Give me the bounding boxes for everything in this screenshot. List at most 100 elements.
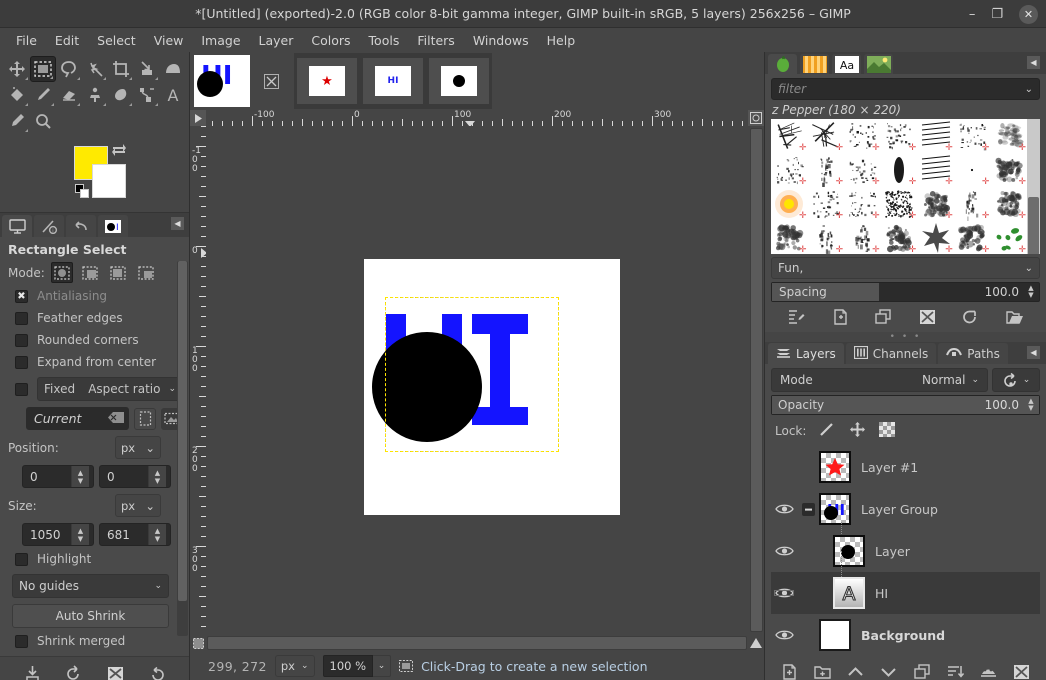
opacity-spinner-arrows[interactable]: ▲ ▼ xyxy=(1023,398,1039,412)
lock-position-icon[interactable] xyxy=(849,421,866,441)
tab-device-status[interactable]: i xyxy=(34,215,64,237)
brush-cell[interactable]: ✛ xyxy=(808,119,845,153)
tab-images[interactable]: I xyxy=(98,215,128,237)
menu-view[interactable]: View xyxy=(145,30,193,51)
brush-cell[interactable]: ✛ xyxy=(990,187,1027,221)
minimize-button[interactable]: – xyxy=(969,8,976,21)
portrait-orientation-button[interactable] xyxy=(134,408,156,430)
brush-cell[interactable]: ✛ xyxy=(917,221,954,254)
status-unit-combo[interactable]: px ⌄ xyxy=(275,655,315,677)
vertical-scrollbar[interactable] xyxy=(749,126,764,634)
zoom-control[interactable]: 100 % ⌄ xyxy=(323,655,392,677)
horizontal-ruler[interactable]: -100 0 100 200 300 xyxy=(206,110,748,126)
brush-cell[interactable]: ✛ xyxy=(844,153,881,187)
group-expander[interactable] xyxy=(797,503,819,516)
menu-edit[interactable]: Edit xyxy=(46,30,88,51)
image-tab-2[interactable]: HI xyxy=(362,57,424,105)
image-document[interactable] xyxy=(364,259,620,515)
image-tab-1[interactable]: ★ xyxy=(296,57,358,105)
zoom-value[interactable]: 100 % xyxy=(323,655,374,677)
restore-tool-preset-icon[interactable] xyxy=(63,663,85,680)
highlight-row[interactable]: Highlight xyxy=(15,552,183,566)
vertical-scrollbar-thumb[interactable] xyxy=(750,128,763,632)
visibility-toggle[interactable] xyxy=(771,629,797,641)
rectangle-select-tool[interactable] xyxy=(30,56,56,82)
close-image-button[interactable] xyxy=(262,72,280,90)
brush-cell[interactable]: ✛ xyxy=(844,119,881,153)
refresh-brushes-icon[interactable] xyxy=(960,306,982,328)
delete-brush-icon[interactable] xyxy=(916,306,938,328)
feather-edges-row[interactable]: Feather edges xyxy=(15,311,183,325)
brush-filter-field[interactable]: filter ⌄ xyxy=(771,78,1040,100)
layer-row-hi[interactable]: A HI xyxy=(771,572,1040,614)
raise-layer-icon[interactable] xyxy=(845,661,867,680)
brush-cell[interactable]: ✛ xyxy=(881,153,918,187)
bucket-fill-tool[interactable] xyxy=(4,82,30,108)
antialiasing-checkbox[interactable]: ✖ xyxy=(15,290,28,303)
brush-cell[interactable]: ✛ xyxy=(771,187,808,221)
background-color-swatch[interactable] xyxy=(92,164,126,198)
shrink-merged-checkbox[interactable] xyxy=(15,635,28,648)
brush-cell[interactable]: ✛ xyxy=(917,153,954,187)
paintbrush-tool[interactable] xyxy=(30,82,56,108)
move-tool[interactable] xyxy=(4,56,30,82)
visibility-toggle[interactable] xyxy=(771,545,797,557)
mode-subtract-button[interactable] xyxy=(107,262,129,283)
brush-cell[interactable]: ✛ xyxy=(844,221,881,254)
crop-tool[interactable] xyxy=(108,56,134,82)
position-x-input[interactable] xyxy=(23,470,71,484)
brush-cell[interactable]: ✛ xyxy=(954,221,991,254)
swap-colors-icon[interactable] xyxy=(111,143,127,160)
brush-grid-scrollbar[interactable] xyxy=(1027,119,1040,254)
brush-cell[interactable]: ✛ xyxy=(917,119,954,153)
chevron-down-icon[interactable]: ⌄ xyxy=(1025,84,1033,95)
position-unit-combo[interactable]: px ⌄ xyxy=(115,436,161,459)
new-layer-icon[interactable] xyxy=(779,661,801,680)
rounded-corners-checkbox[interactable] xyxy=(15,334,28,347)
menu-tools[interactable]: Tools xyxy=(360,30,409,51)
brush-cell[interactable]: ✛ xyxy=(954,153,991,187)
menu-layer[interactable]: Layer xyxy=(250,30,303,51)
brush-cell[interactable]: ✛ xyxy=(808,153,845,187)
image-tab-3[interactable] xyxy=(428,57,490,105)
duplicate-layer-icon[interactable] xyxy=(911,661,933,680)
size-width-spinner[interactable]: ▲▼ xyxy=(22,523,94,546)
position-x-spinner[interactable]: ▲▼ xyxy=(22,465,94,488)
brush-cell[interactable]: ✛ xyxy=(771,221,808,254)
brush-cell[interactable]: ✛ xyxy=(771,153,808,187)
brush-cell[interactable]: ✛ xyxy=(881,119,918,153)
quickmask-toggle[interactable] xyxy=(748,110,764,126)
spinner-arrows[interactable]: ▲ ▼ xyxy=(148,524,166,545)
aspect-ratio-field[interactable]: Current xyxy=(26,407,129,430)
canvas[interactable] xyxy=(206,126,749,634)
highlight-checkbox[interactable] xyxy=(15,553,28,566)
text-tool[interactable]: A xyxy=(160,82,186,108)
layers-menu-icon[interactable]: ◀ xyxy=(1027,346,1040,359)
guides-combo[interactable]: No guides ⌄ xyxy=(12,574,169,598)
merge-down-icon[interactable] xyxy=(944,661,966,680)
save-tool-preset-icon[interactable] xyxy=(22,663,44,680)
zoom-tool[interactable] xyxy=(30,108,56,134)
fixed-aspect-combo[interactable]: Fixed Aspect ratio ⌄ xyxy=(37,377,183,401)
open-brush-folder-icon[interactable] xyxy=(1003,306,1025,328)
brush-cell[interactable]: ✛ xyxy=(808,221,845,254)
tab-channels[interactable]: Channels xyxy=(846,343,937,364)
delete-layer-icon[interactable] xyxy=(1010,661,1032,680)
layer-mode-combo[interactable]: Mode Normal ⌄ xyxy=(771,368,988,392)
edit-brush-icon[interactable] xyxy=(786,306,808,328)
feather-edges-checkbox[interactable] xyxy=(15,312,28,325)
unified-transform-tool[interactable] xyxy=(134,56,160,82)
delete-tool-preset-icon[interactable] xyxy=(104,663,126,680)
spacing-spinner-arrows[interactable]: ▲ ▼ xyxy=(1023,285,1039,299)
vertical-ruler[interactable]: -100 0 100 200 300 xyxy=(190,126,206,634)
lock-pixels-icon[interactable] xyxy=(819,422,836,440)
tool-options-scrollbar[interactable] xyxy=(177,261,188,636)
layer-row-layer1[interactable]: Layer #1 xyxy=(771,446,1040,488)
layer-row-background[interactable]: Background xyxy=(771,614,1040,656)
size-height-input[interactable] xyxy=(100,528,148,542)
menu-image[interactable]: Image xyxy=(192,30,249,51)
size-width-input[interactable] xyxy=(23,528,71,542)
brush-cell[interactable]: ✛ xyxy=(990,221,1027,254)
clear-icon[interactable] xyxy=(108,412,124,426)
tab-tool-options[interactable] xyxy=(2,215,32,237)
